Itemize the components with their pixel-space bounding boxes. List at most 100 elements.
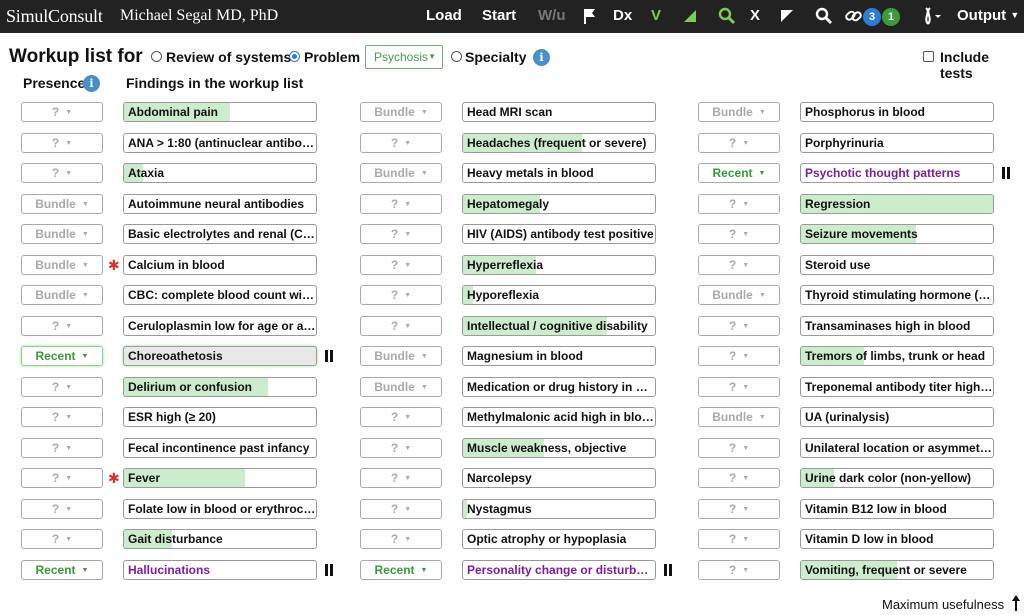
search-icon[interactable] [718, 6, 736, 26]
presence-dropdown[interactable]: ? ▼ [360, 224, 442, 244]
presence-dropdown[interactable]: Bundle ▼ [21, 255, 103, 275]
pause-icon[interactable] [663, 564, 673, 576]
finding-button[interactable]: Methylmalonic acid high in blood [462, 407, 656, 427]
finding-button[interactable]: ANA > 1:80 (antinuclear antibodies) [123, 133, 317, 153]
presence-dropdown[interactable]: Bundle ▼ [21, 224, 103, 244]
finding-button[interactable]: Hepatomegaly [462, 194, 656, 214]
finding-button[interactable]: Tremors of limbs, trunk or head [800, 346, 994, 366]
finding-button[interactable]: Seizure movements [800, 224, 994, 244]
presence-dropdown[interactable]: Bundle ▼ [698, 285, 780, 305]
finding-button[interactable]: Vomiting, frequent or severe [800, 560, 994, 580]
presence-dropdown[interactable]: ? ▼ [698, 194, 780, 214]
presence-dropdown[interactable]: ? ▼ [360, 407, 442, 427]
specialty-radio[interactable] [451, 51, 462, 62]
finding-button[interactable]: Hyperreflexia [462, 255, 656, 275]
presence-dropdown[interactable]: ? ▼ [360, 194, 442, 214]
finding-button[interactable]: Treponemal antibody titer high in blood [800, 377, 994, 397]
flag-icon[interactable] [583, 6, 597, 26]
finding-button[interactable]: Ceruloplasmin low for age or absent [123, 316, 317, 336]
presence-dropdown[interactable]: ? ▼ [21, 133, 103, 153]
problem-select[interactable]: Psychosis ▼ [365, 45, 443, 69]
finding-button[interactable]: Steroid use [800, 255, 994, 275]
presence-dropdown[interactable]: Bundle ▼ [360, 163, 442, 183]
pause-icon[interactable] [324, 350, 334, 362]
finding-button[interactable]: Delirium or confusion [123, 377, 317, 397]
app-logo[interactable]: SimulConsult [6, 6, 103, 27]
finding-button[interactable]: Personality change or disturbance [462, 560, 656, 580]
info-icon[interactable]: i [533, 49, 550, 66]
finding-button[interactable]: Ataxia [123, 163, 317, 183]
presence-dropdown[interactable]: ? ▼ [360, 285, 442, 305]
output-menu[interactable]: Output ▼ [957, 7, 1019, 24]
finding-button[interactable]: ESR high (≥ 20) [123, 407, 317, 427]
presence-dropdown[interactable]: ? ▼ [698, 468, 780, 488]
finding-button[interactable]: Porphyrinuria [800, 133, 994, 153]
finding-button[interactable]: Unilateral location or asymmetric [800, 438, 994, 458]
link-icon[interactable] [844, 6, 864, 26]
presence-dropdown[interactable]: Recent ▼ [360, 560, 442, 580]
presence-dropdown[interactable]: Bundle ▼ [360, 377, 442, 397]
finding-button[interactable]: Muscle weakness, objective [462, 438, 656, 458]
presence-dropdown[interactable]: Recent ▼ [21, 346, 103, 366]
gene-menu-icon[interactable] [921, 6, 943, 26]
presence-dropdown[interactable]: ? ▼ [21, 163, 103, 183]
search-white-icon[interactable] [815, 6, 833, 26]
review-of-systems-radio[interactable] [151, 51, 162, 62]
presence-dropdown[interactable]: ? ▼ [698, 499, 780, 519]
presence-info-icon[interactable]: i [83, 75, 100, 92]
presence-dropdown[interactable]: ? ▼ [360, 468, 442, 488]
finding-button[interactable]: Psychotic thought patterns [800, 163, 994, 183]
presence-dropdown[interactable]: ? ▼ [360, 316, 442, 336]
presence-dropdown[interactable]: ? ▼ [698, 133, 780, 153]
finding-button[interactable]: Calcium in blood [123, 255, 317, 275]
presence-dropdown[interactable]: ? ▼ [21, 438, 103, 458]
finding-button[interactable]: Nystagmus [462, 499, 656, 519]
finding-button[interactable]: Heavy metals in blood [462, 163, 656, 183]
finding-button[interactable]: Urine dark color (non-yellow) [800, 468, 994, 488]
finding-button[interactable]: Hallucinations [123, 560, 317, 580]
presence-dropdown[interactable]: ? ▼ [360, 529, 442, 549]
finding-button[interactable]: Vitamin B12 low in blood [800, 499, 994, 519]
finding-button[interactable]: UA (urinalysis) [800, 407, 994, 427]
finding-button[interactable]: Choreoathetosis [123, 346, 317, 366]
finding-button[interactable]: Hyporeflexia [462, 285, 656, 305]
finding-button[interactable]: Thyroid stimulating hormone (TSH) [800, 285, 994, 305]
finding-button[interactable]: Folate low in blood or erythrocytes [123, 499, 317, 519]
finding-button[interactable]: Narcolepsy [462, 468, 656, 488]
finding-button[interactable]: Optic atrophy or hypoplasia [462, 529, 656, 549]
presence-dropdown[interactable]: ? ▼ [360, 438, 442, 458]
finding-button[interactable]: Abdominal pain [123, 102, 317, 122]
workup-button[interactable]: W/u [538, 7, 566, 24]
presence-dropdown[interactable]: ? ▼ [21, 316, 103, 336]
blue-triangle-icon[interactable] [780, 6, 794, 26]
presence-dropdown[interactable]: Recent ▼ [21, 560, 103, 580]
finding-button[interactable]: Regression [800, 194, 994, 214]
presence-dropdown[interactable]: ? ▼ [21, 407, 103, 427]
presence-dropdown[interactable]: ? ▼ [698, 560, 780, 580]
presence-dropdown[interactable]: Recent ▼ [698, 163, 780, 183]
include-tests-checkbox[interactable] [923, 51, 934, 62]
finding-button[interactable]: Fever [123, 468, 317, 488]
finding-button[interactable]: Fecal incontinence past infancy [123, 438, 317, 458]
presence-dropdown[interactable]: ? ▼ [21, 529, 103, 549]
presence-dropdown[interactable]: Bundle ▼ [21, 285, 103, 305]
green-triangle-icon[interactable] [683, 6, 697, 26]
finding-button[interactable]: Transaminases high in blood [800, 316, 994, 336]
finding-button[interactable]: Vitamin D low in blood [800, 529, 994, 549]
finding-button[interactable]: HIV (AIDS) antibody test positive [462, 224, 656, 244]
presence-dropdown[interactable]: ? ▼ [698, 438, 780, 458]
presence-dropdown[interactable]: Bundle ▼ [698, 407, 780, 427]
finding-button[interactable]: Medication or drug history in detail [462, 377, 656, 397]
presence-dropdown[interactable]: ? ▼ [698, 224, 780, 244]
presence-dropdown[interactable]: ? ▼ [21, 377, 103, 397]
presence-dropdown[interactable]: Bundle ▼ [21, 194, 103, 214]
presence-dropdown[interactable]: ? ▼ [360, 499, 442, 519]
presence-dropdown[interactable]: ? ▼ [360, 255, 442, 275]
finding-button[interactable]: Autoimmune neural antibodies [123, 194, 317, 214]
presence-dropdown[interactable]: ? ▼ [698, 377, 780, 397]
presence-dropdown[interactable]: ? ▼ [21, 102, 103, 122]
pause-icon[interactable] [1001, 167, 1011, 179]
presence-dropdown[interactable]: Bundle ▼ [360, 346, 442, 366]
load-button[interactable]: Load [426, 7, 462, 24]
presence-dropdown[interactable]: ? ▼ [698, 316, 780, 336]
